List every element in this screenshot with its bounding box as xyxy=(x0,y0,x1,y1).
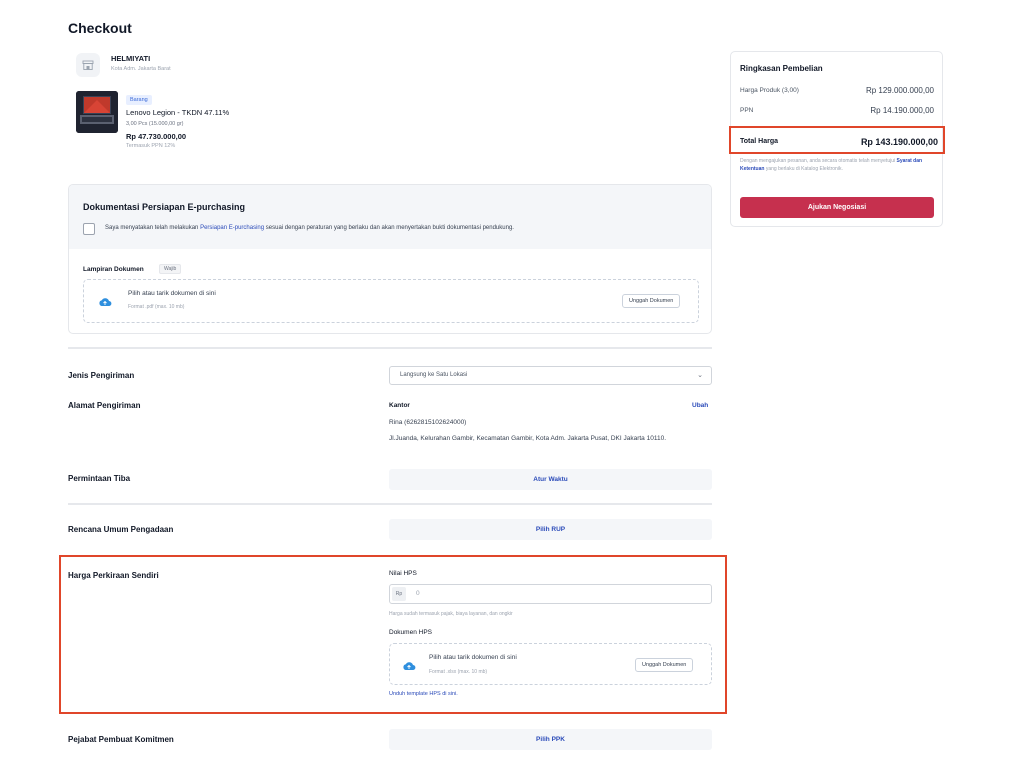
change-address-link[interactable]: Ubah xyxy=(692,402,708,409)
summary-tax-label: PPN xyxy=(740,107,754,114)
summary-total-value: Rp 143.190.000,00 xyxy=(860,137,938,147)
product-image xyxy=(76,91,118,133)
summary-product-value: Rp 129.000.000,00 xyxy=(865,86,934,95)
eproc-agreement-checkbox[interactable] xyxy=(83,223,95,235)
arrival-request-label: Permintaan Tiba xyxy=(68,474,131,483)
page-title: Checkout xyxy=(68,20,132,36)
summary-terms-note: Dengan mengajukan pesanan, anda secara o… xyxy=(740,158,936,173)
cloud-upload-icon xyxy=(402,658,416,676)
dropzone-format-text: Format .xlsx (max. 10 mb) xyxy=(429,669,488,675)
cloud-upload-icon xyxy=(98,294,112,312)
terms-suffix: yang berlaku di Katalog Elektronik. xyxy=(764,165,843,172)
choose-rup-button[interactable]: Pilih RUP xyxy=(389,519,712,540)
eproc-guide-link[interactable]: Persiapan E-purchasing xyxy=(200,225,264,231)
eproc-doc-title: Dokumentasi Persiapan E-purchasing xyxy=(83,202,246,212)
store-icon xyxy=(76,53,100,77)
product-type-badge: Barang xyxy=(126,95,152,105)
terms-prefix: Dengan mengajukan pesanan, anda secara o… xyxy=(740,158,897,164)
address-detail: Jl.Juanda, Kelurahan Gambir, Kecamatan G… xyxy=(389,435,666,442)
shipping-address-label: Alamat Pengiriman xyxy=(68,401,141,410)
section-divider xyxy=(68,347,712,349)
seller-name[interactable]: HELMIYATI xyxy=(111,54,150,63)
upload-hps-button[interactable]: Unggah Dokumen xyxy=(635,658,694,672)
summary-total-label: Total Harga xyxy=(740,138,778,145)
currency-prefix: Rp xyxy=(392,587,406,601)
product-tax-note: Termasuk PPN 12% xyxy=(126,143,176,149)
dropzone-format-text: Format .pdf (max. 10 mb) xyxy=(128,304,185,310)
summary-product-label: Harga Produk (3,00) xyxy=(740,87,799,94)
summary-title: Ringkasan Pembelian xyxy=(740,64,823,73)
hps-template-link[interactable]: Unduh template HPS di sini. xyxy=(389,691,458,697)
shipping-type-select[interactable]: Langsung ke Satu Lokasi ⌄ xyxy=(389,366,712,385)
eproc-doc-header xyxy=(69,185,711,249)
eproc-agreement-text: Saya menyatakan telah melakukan Persiapa… xyxy=(105,225,514,231)
attachment-dropzone[interactable]: Pilih atau tarik dokumen di sini Format … xyxy=(83,279,699,323)
dropzone-main-text: Pilih atau tarik dokumen di sini xyxy=(429,654,517,661)
eproc-doc-section: Dokumentasi Persiapan E-purchasing Saya … xyxy=(68,184,712,334)
required-badge: Wajib xyxy=(159,264,182,274)
chevron-down-icon: ⌄ xyxy=(697,372,703,379)
address-name: Kantor xyxy=(389,402,410,409)
product-price: Rp 47.730.000,00 xyxy=(126,132,187,141)
shipping-type-label: Jenis Pengiriman xyxy=(68,371,135,380)
hps-note: Harga sudah termasuk pajak, biaya layana… xyxy=(389,611,513,617)
seller-city: Kota Adm. Jakarta Barat xyxy=(111,66,171,72)
upload-document-button[interactable]: Unggah Dokumen xyxy=(622,294,681,308)
hps-dropzone[interactable]: Pilih atau tarik dokumen di sini Format … xyxy=(389,643,712,685)
set-time-button[interactable]: Atur Waktu xyxy=(389,469,712,490)
summary-tax-value: Rp 14.190.000,00 xyxy=(870,106,934,115)
rup-label: Rencana Umum Pengadaan xyxy=(68,525,174,534)
hps-value-input[interactable]: Rp 0 xyxy=(389,584,712,604)
eproc-agreement-prefix: Saya menyatakan telah melakukan xyxy=(105,225,201,231)
submit-negotiation-button[interactable]: Ajukan Negosiasi xyxy=(740,197,934,218)
eproc-agreement-suffix: sesuai dengan peraturan yang berlaku dan… xyxy=(264,225,514,231)
section-divider xyxy=(68,503,712,505)
shipping-type-value: Langsung ke Satu Lokasi xyxy=(400,372,468,378)
choose-ppk-button[interactable]: Pilih PPK xyxy=(389,729,712,750)
dropzone-main-text: Pilih atau tarik dokumen di sini xyxy=(128,290,216,297)
hps-doc-label: Dokumen HPS xyxy=(389,629,432,636)
attachment-label: Lampiran Dokumen xyxy=(83,266,144,273)
product-quantity: 3,00 Pcs (15.000,00 gr) xyxy=(126,121,184,127)
ppk-label: Pejabat Pembuat Komitmen xyxy=(68,735,174,744)
hps-value-label: Nilai HPS xyxy=(389,570,417,577)
hps-label: Harga Perkiraan Sendiri xyxy=(68,571,159,580)
hps-value: 0 xyxy=(416,590,420,597)
address-recipient: Rina (6262815102624000) xyxy=(389,419,467,426)
product-name[interactable]: Lenovo Legion - TKDN 47.11% xyxy=(126,108,229,117)
